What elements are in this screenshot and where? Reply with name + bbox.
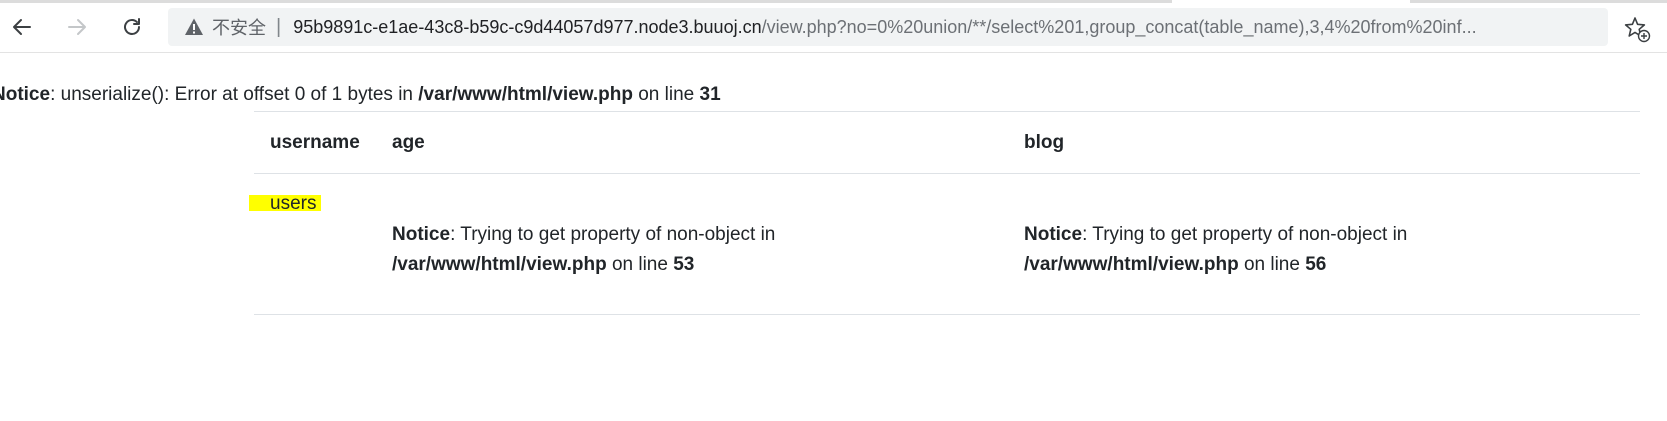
url-path[interactable]: /view.php?no=0%20union/**/select%201,gro… xyxy=(762,17,1477,38)
column-header-blog: blog xyxy=(1024,132,1065,153)
notice-file: /var/www/html/view.php xyxy=(392,254,607,275)
column-header-age: age xyxy=(392,132,425,153)
notice-label: Notice xyxy=(0,84,51,105)
notice-line-number: 53 xyxy=(673,254,695,275)
notice-label: Notice xyxy=(392,224,451,245)
forward-button[interactable] xyxy=(60,10,94,44)
notice-file: /var/www/html/view.php xyxy=(1024,254,1239,275)
notice-message: : Trying to get property of non-object i… xyxy=(450,224,776,245)
notice-on-line: on line xyxy=(606,254,674,275)
back-arrow-icon xyxy=(13,19,31,35)
notice-label: Notice xyxy=(1024,224,1083,245)
notice-on-line: on line xyxy=(1238,254,1306,275)
browser-toolbar: 不安全 | 95b9891c-e1ae-43c8-b59c-c9d44057d9… xyxy=(0,0,1667,53)
tab-strip-edge xyxy=(0,0,1667,3)
notice-message: : unserialize(): Error at offset 0 of 1 … xyxy=(50,84,419,105)
notice-message: : Trying to get property of non-object i… xyxy=(1082,224,1408,245)
unserialize-notice: Notice: unserialize(): Error at offset 0… xyxy=(0,84,721,106)
tab-edge-left xyxy=(0,0,1172,3)
favorite-star-icon xyxy=(1624,17,1651,43)
notice-file: /var/www/html/view.php xyxy=(418,84,633,105)
reload-icon xyxy=(124,18,140,35)
security-label[interactable]: 不安全 xyxy=(212,14,266,40)
notice-line-number: 31 xyxy=(699,84,721,105)
tab-edge-right xyxy=(1410,0,1667,3)
column-header-username: username xyxy=(270,132,360,153)
notice-line-number: 56 xyxy=(1305,254,1327,275)
favorite-button[interactable] xyxy=(1622,14,1652,44)
reload-button[interactable] xyxy=(115,10,149,44)
back-button[interactable] xyxy=(5,10,39,44)
table-top-border xyxy=(254,111,1640,112)
age-cell-notice: Notice: Trying to get property of non-ob… xyxy=(392,220,775,280)
warning-icon[interactable] xyxy=(184,17,204,37)
url-host[interactable]: 95b9891c-e1ae-43c8-b59c-c9d44057d977.nod… xyxy=(293,17,761,38)
table-header-border xyxy=(254,173,1640,174)
forward-arrow-icon xyxy=(68,19,86,35)
blog-cell-notice: Notice: Trying to get property of non-ob… xyxy=(1024,220,1407,280)
table-bottom-border xyxy=(254,314,1640,315)
notice-on-line: on line xyxy=(632,84,700,105)
address-bar[interactable]: 不安全 | 95b9891c-e1ae-43c8-b59c-c9d44057d9… xyxy=(168,8,1608,46)
address-separator: | xyxy=(276,15,282,38)
username-cell: users xyxy=(270,193,317,214)
